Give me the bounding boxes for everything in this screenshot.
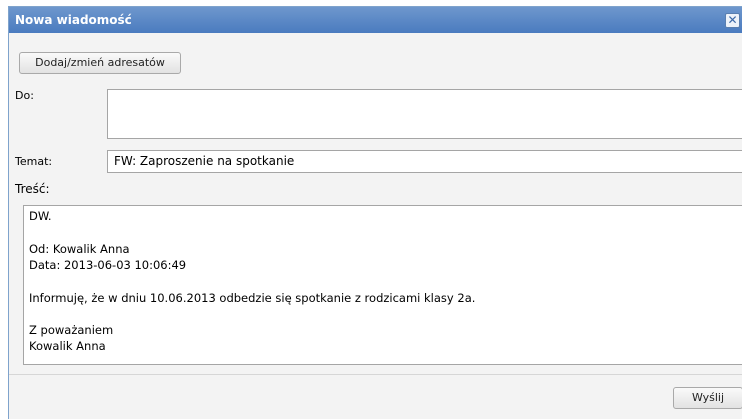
send-button[interactable]: Wyślij (673, 387, 742, 409)
body-line: Od: Kowalik Anna (29, 242, 130, 256)
to-field[interactable] (107, 89, 742, 139)
body-line: Data: 2013-06-03 10:06:49 (29, 258, 187, 272)
body-line: Informuję, że w dniu 10.06.2013 odbedzie… (29, 291, 476, 305)
body-line: DW. (29, 209, 52, 223)
edit-recipients-button[interactable]: Dodaj/zmień adresatów (19, 52, 181, 74)
subject-input[interactable]: FW: Zaproszenie na spotkanie (107, 150, 742, 173)
body-label: Treść: (15, 182, 50, 196)
new-message-dialog: Nowa wiadomość ✕ Dodaj/zmień adresatów D… (8, 6, 742, 419)
subject-label: Temat: (15, 155, 53, 168)
close-icon[interactable]: ✕ (725, 13, 740, 28)
body-line: Kowalik Anna (29, 339, 106, 353)
to-label: Do: (15, 89, 34, 102)
footer-divider (9, 374, 742, 375)
message-body-textarea[interactable]: DW. Od: Kowalik Anna Data: 2013-06-03 10… (23, 205, 742, 365)
body-line: Z poważaniem (29, 323, 114, 337)
dialog-title: Nowa wiadomość (15, 13, 132, 27)
dialog-titlebar[interactable]: Nowa wiadomość ✕ (9, 7, 742, 33)
